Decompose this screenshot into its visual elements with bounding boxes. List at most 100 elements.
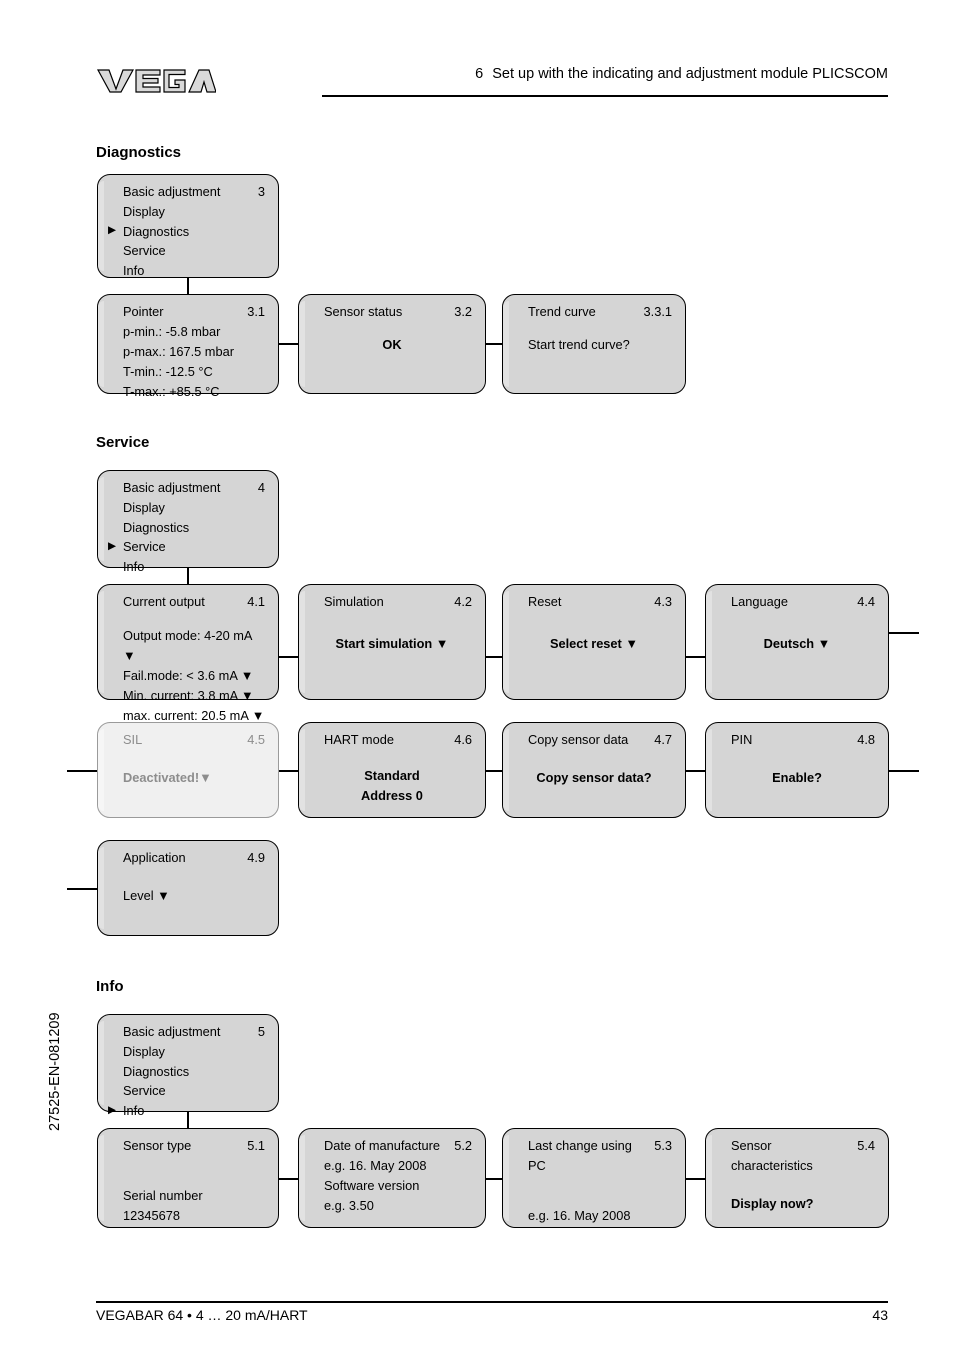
footer-product: VEGABAR 64 • 4 … 20 mA/HART — [96, 1307, 308, 1323]
menu-item-diagnostics[interactable]: Diagnostics — [123, 518, 265, 538]
connector-current-output-to-simulation — [279, 656, 298, 658]
screen-title: Trend curve — [528, 304, 596, 319]
screen-box-application[interactable]: Application 4.9 Level ▼ — [97, 840, 279, 936]
screen-title: Sensor type — [123, 1138, 192, 1153]
connector-date-to-last-change — [486, 1178, 502, 1180]
screen-number: 5.4 — [857, 1138, 875, 1153]
screen-box-sensor-type[interactable]: Sensor type 5.1 Serial number 12345678 — [97, 1128, 279, 1228]
current-output-mode: Output mode: 4-20 mA ▼ — [123, 627, 252, 663]
current-output-min: Min. current: 3.8 mA ▼ — [123, 687, 254, 703]
copy-sensor-data-value: Copy sensor data? — [536, 769, 652, 785]
menu-header-info: Basic adjustment 5 — [123, 1022, 265, 1042]
screen-box-last-change-pc[interactable]: Last change using PC 5.3 e.g. 16. May 20… — [502, 1128, 686, 1228]
screen-header-language: Language 4.4 — [731, 592, 875, 612]
screen-number: 4.6 — [454, 732, 472, 747]
screen-header-last-change-pc: Last change using PC 5.3 — [528, 1136, 672, 1176]
screen-number: 5.1 — [247, 1138, 265, 1153]
sensor-type-serial-label: Serial number — [123, 1187, 203, 1203]
pointer-tmin: T-min.: -12.5 °C — [123, 363, 213, 379]
screen-number: 3.1 — [247, 304, 265, 319]
menu-number: 5 — [257, 1024, 265, 1039]
screen-box-simulation[interactable]: Simulation 4.2 Start simulation ▼ — [298, 584, 486, 700]
screen-title: Language — [731, 594, 788, 609]
menu-item-display[interactable]: Display — [123, 1042, 265, 1062]
menu-item-display[interactable]: Display — [123, 202, 265, 222]
footer-divider — [96, 1301, 888, 1303]
screen-box-date-of-manufacture[interactable]: Date of manufacture 5.2 e.g. 16. May 200… — [298, 1128, 486, 1228]
screen-header-reset: Reset 4.3 — [528, 592, 672, 612]
screen-header-sensor-characteristics: Sensor characteristics 5.4 — [731, 1136, 875, 1176]
screen-header-current-output: Current output 4.1 — [123, 592, 265, 612]
sensor-status-value: OK — [382, 336, 402, 352]
screen-box-copy-sensor-data[interactable]: Copy sensor data 4.7 Copy sensor data? — [502, 722, 686, 818]
software-version-value: e.g. 3.50 — [324, 1197, 374, 1213]
connector-reset-to-language — [686, 656, 705, 658]
screen-header-pointer: Pointer 3.1 — [123, 302, 265, 322]
screen-box-pointer[interactable]: Pointer 3.1 p-min.: -5.8 mbar p-max.: 16… — [97, 294, 279, 399]
screen-title: Copy sensor data — [528, 732, 629, 747]
screen-box-reset[interactable]: Reset 4.3 Select reset ▼ — [502, 584, 686, 700]
software-version-label: Software version — [324, 1177, 420, 1193]
menu-item-diagnostics[interactable]: Diagnostics — [123, 1062, 265, 1082]
screen-title: Pointer — [123, 304, 164, 319]
menu-item-service[interactable]: Service — [123, 241, 265, 261]
screen-number: 4.5 — [247, 732, 265, 747]
vega-logo — [96, 69, 216, 93]
connector-pin-wrap-right — [889, 770, 919, 772]
screen-number: 4.7 — [654, 732, 672, 747]
connector-copy-to-pin — [686, 770, 705, 772]
menu-item-diagnostics[interactable]: Diagnostics — [108, 222, 265, 242]
connector-simulation-to-reset — [486, 656, 502, 658]
menu-box-info[interactable]: Basic adjustment 5 Display Diagnostics S… — [97, 1014, 279, 1118]
screen-box-sensor-status[interactable]: Sensor status 3.2 OK — [298, 294, 486, 394]
last-change-pc-value: e.g. 16. May 2008 — [528, 1207, 631, 1223]
pointer-pmax: p-max.: 167.5 mbar — [123, 343, 234, 359]
screen-title: PIN — [731, 732, 753, 747]
date-of-manufacture-date: e.g. 16. May 2008 — [324, 1157, 427, 1173]
screen-number: 4.2 — [454, 594, 472, 609]
menu-item-service[interactable]: Service — [123, 1081, 265, 1101]
menu-item-service[interactable]: Service — [108, 537, 265, 557]
menu-header-service: Basic adjustment 4 — [123, 478, 265, 498]
screen-title: Simulation — [324, 594, 384, 609]
screen-box-current-output[interactable]: Current output 4.1 Output mode: 4-20 mA … — [97, 584, 279, 723]
menu-item-display[interactable]: Display — [123, 498, 265, 518]
menu-box-diagnostics[interactable]: Basic adjustment 3 Display Diagnostics S… — [97, 174, 279, 278]
screen-box-sil[interactable]: SIL 4.5 Deactivated!▼ — [97, 722, 279, 818]
simulation-value: Start simulation ▼ — [335, 635, 449, 651]
document-code: 27525-EN-081209 — [47, 1012, 63, 1131]
screen-title: Date of manufacture — [324, 1138, 440, 1153]
screen-number: 5.2 — [454, 1138, 472, 1153]
screen-box-sensor-characteristics[interactable]: Sensor characteristics 5.4 Display now? — [705, 1128, 889, 1228]
section-heading-service: Service — [96, 434, 150, 451]
screen-box-language[interactable]: Language 4.4 Deutsch ▼ — [705, 584, 889, 700]
screen-box-pin[interactable]: PIN 4.8 Enable? — [705, 722, 889, 818]
menu-header-diagnostics: Basic adjustment 3 — [123, 182, 265, 202]
screen-title: Last change using PC — [528, 1138, 632, 1173]
connector-pointer-to-sensor-status — [279, 343, 298, 345]
screen-title: Current output — [123, 594, 205, 609]
menu-item-label: Basic adjustment — [123, 480, 221, 495]
pin-value: Enable? — [772, 769, 822, 785]
connector-hart-to-copy — [486, 770, 502, 772]
sensor-characteristics-value: Display now? — [731, 1195, 814, 1211]
menu-number: 4 — [257, 480, 265, 495]
current-output-failmode: Fail.mode: < 3.6 mA ▼ — [123, 667, 254, 683]
sil-value: Deactivated!▼ — [123, 769, 212, 785]
screen-number: 4.1 — [247, 594, 265, 609]
connector-wrap-left-application — [67, 888, 97, 890]
screen-number: 4.8 — [857, 732, 875, 747]
screen-header-sensor-type: Sensor type 5.1 — [123, 1136, 265, 1156]
menu-item-info[interactable]: Info — [108, 1101, 265, 1121]
screen-box-hart-mode[interactable]: HART mode 4.6 Standard Address 0 — [298, 722, 486, 818]
menu-box-service[interactable]: Basic adjustment 4 Display Diagnostics S… — [97, 470, 279, 574]
menu-item-info[interactable]: Info — [123, 261, 265, 281]
connector-sensor-status-to-trend — [486, 343, 502, 345]
screen-number: 3.3.1 — [643, 304, 672, 319]
screen-box-trend-curve[interactable]: Trend curve 3.3.1 Start trend curve? — [502, 294, 686, 394]
language-value: Deutsch ▼ — [763, 635, 831, 651]
menu-item-info[interactable]: Info — [123, 557, 265, 577]
footer-page-number: 43 — [872, 1307, 888, 1323]
screen-number: 4.4 — [857, 594, 875, 609]
screen-number: 4.9 — [247, 850, 265, 865]
